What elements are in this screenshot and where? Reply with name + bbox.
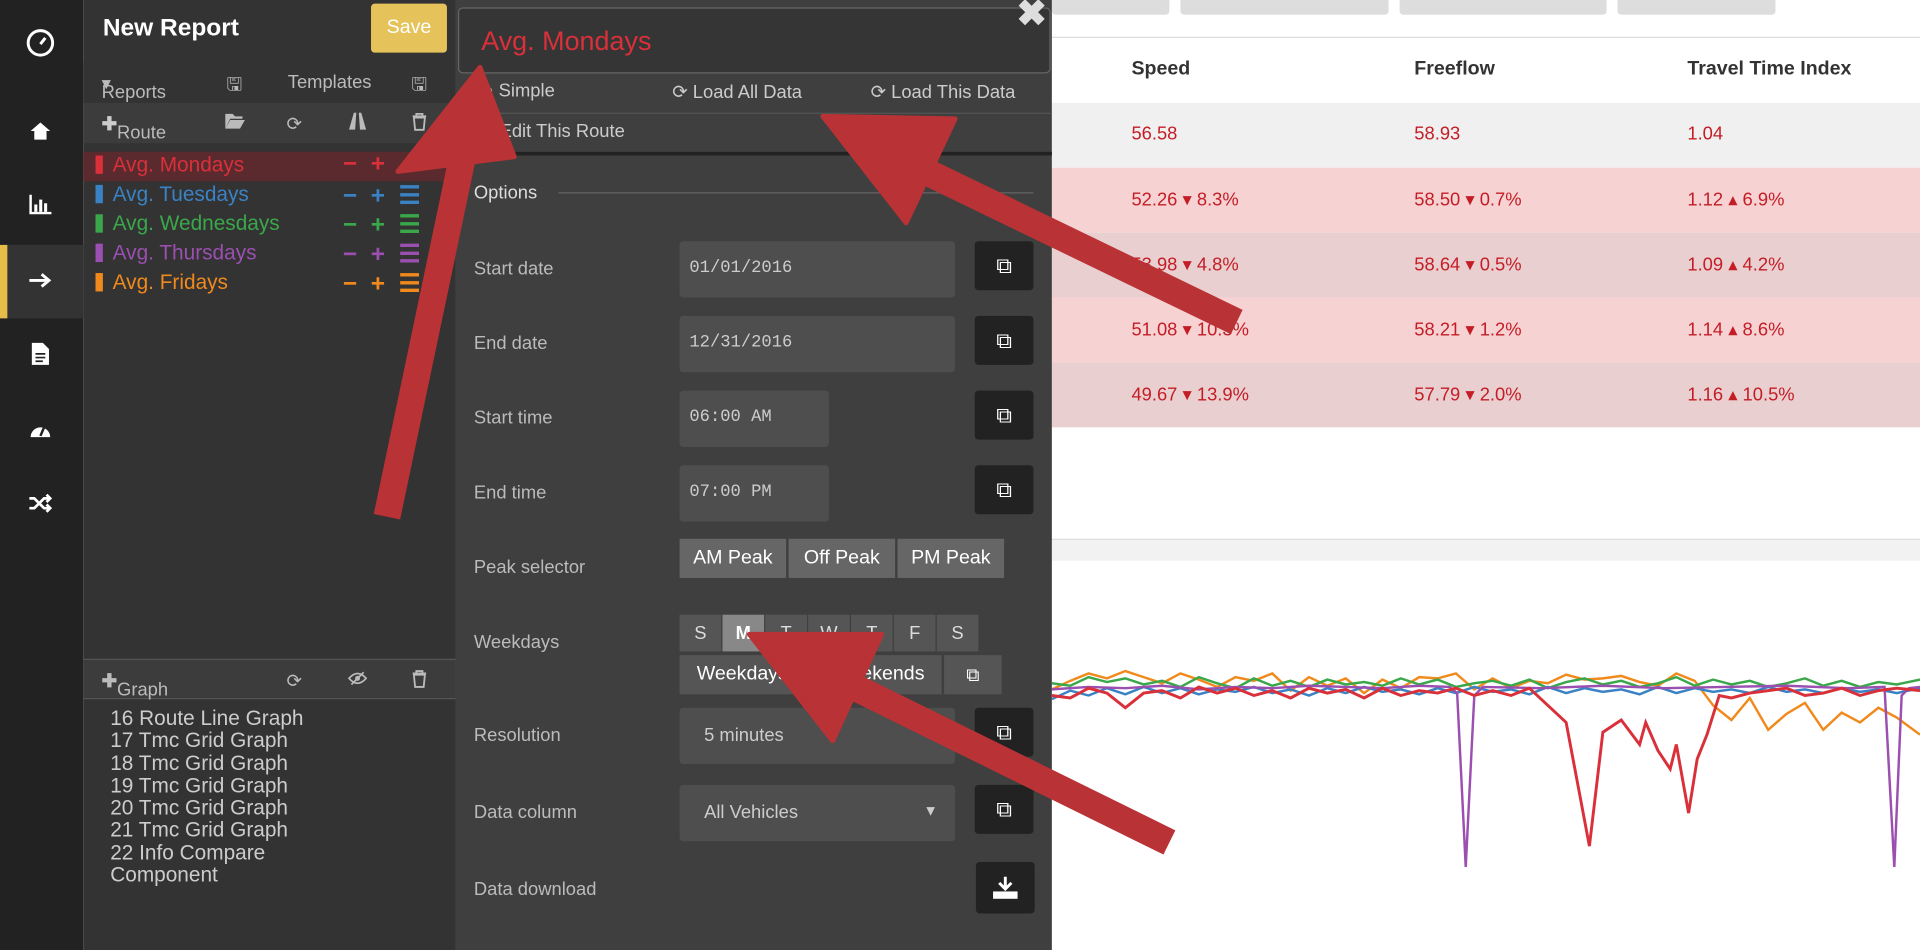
arrow-annotation-weekdays [746, 631, 1176, 855]
annotation-arrows [373, 64, 1243, 855]
arrow-annotation-load-data [820, 113, 1243, 335]
arrow-annotation-route-name [373, 64, 517, 520]
